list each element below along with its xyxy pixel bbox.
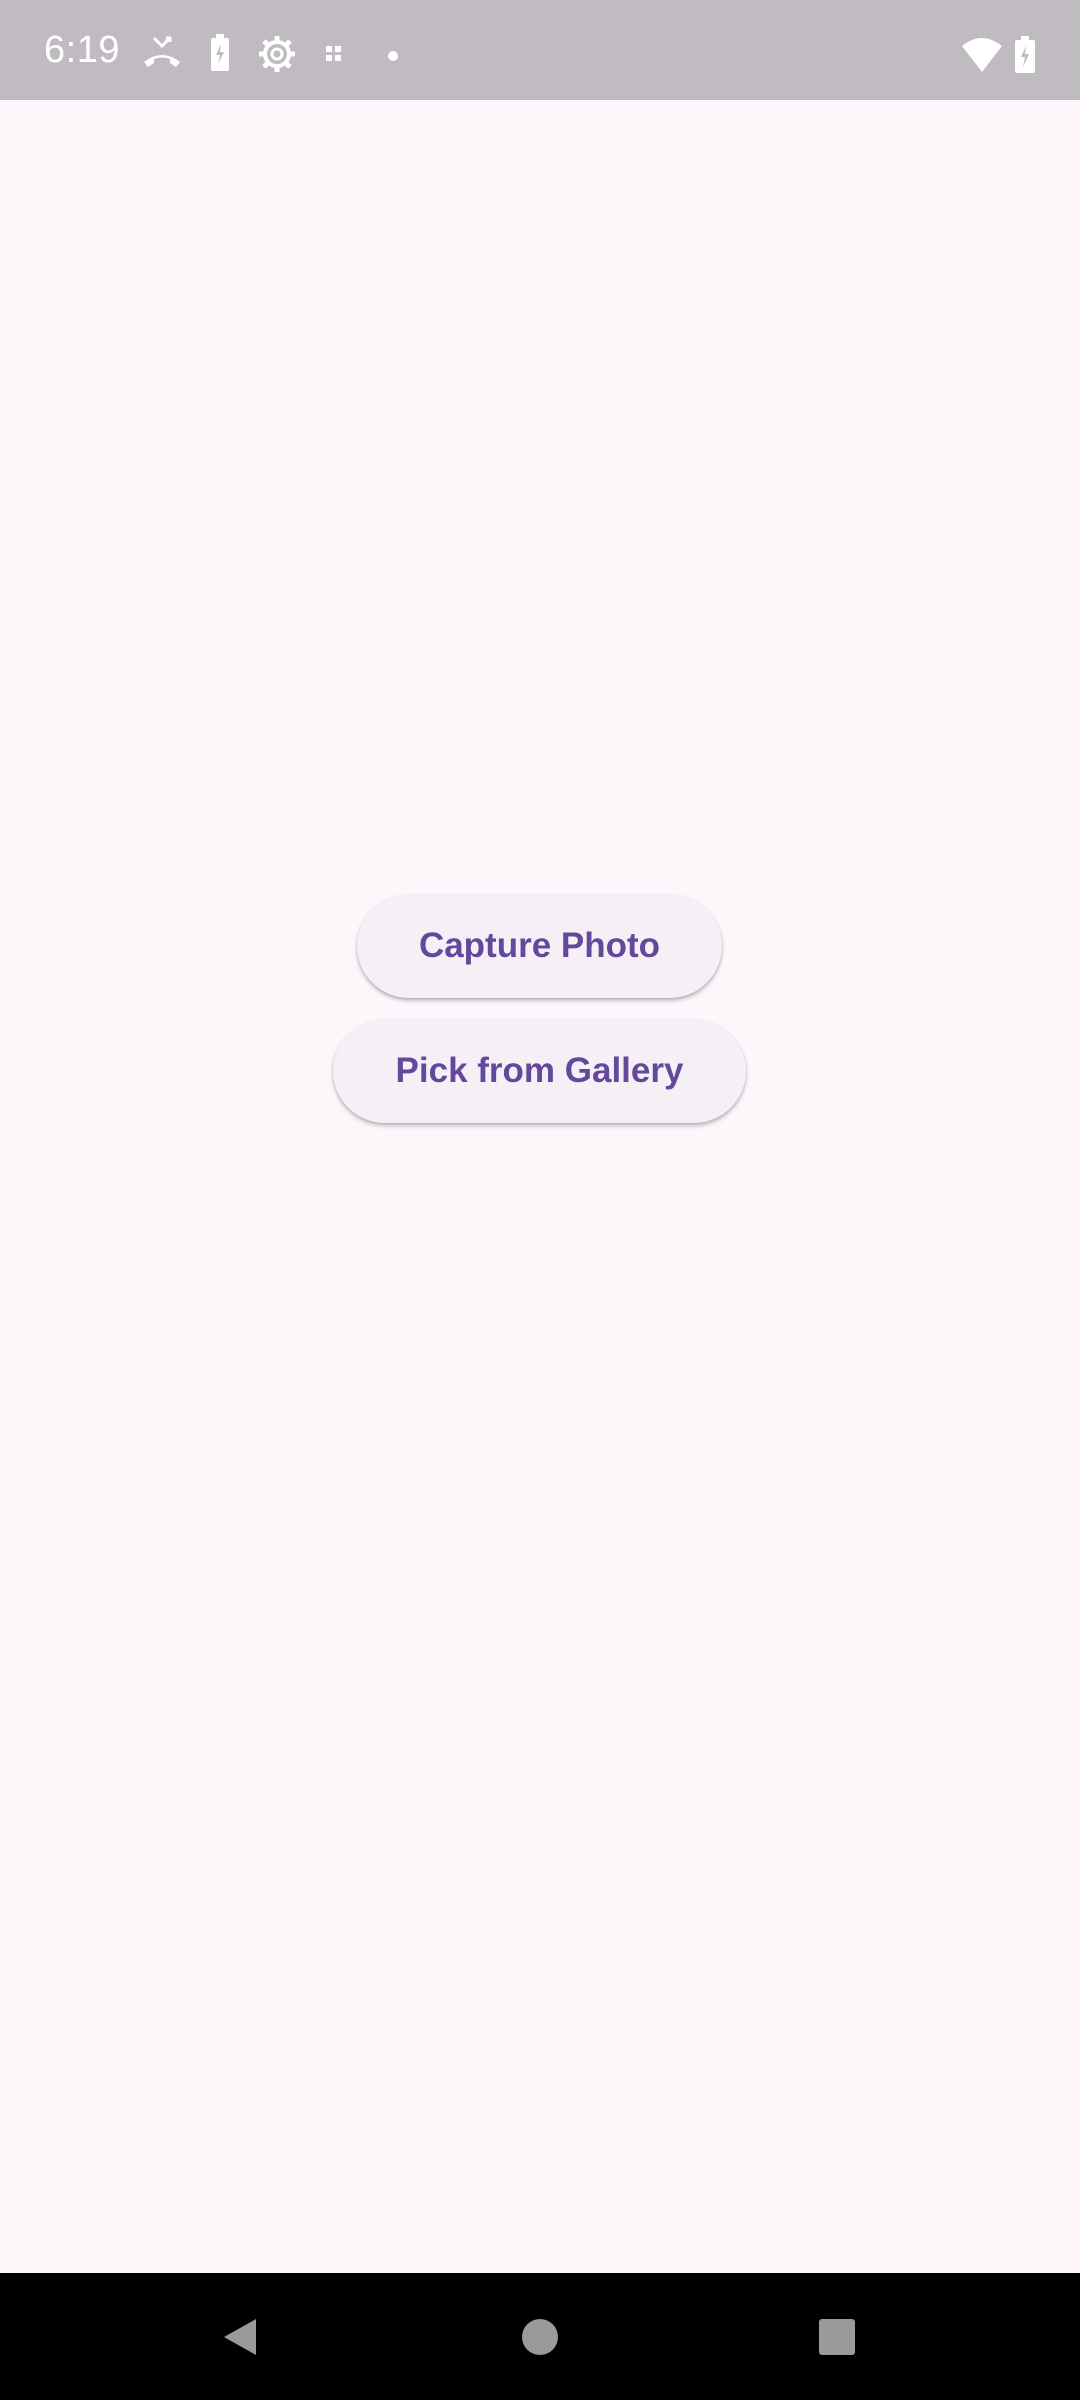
home-icon xyxy=(522,2318,558,2355)
notification-dot-icon xyxy=(388,51,398,87)
main-content xyxy=(0,100,1080,2273)
status-time: 6:19 xyxy=(44,29,120,71)
status-bar: 6:19 xyxy=(0,0,1080,100)
recents-icon xyxy=(819,2318,855,2355)
navigation-bar xyxy=(0,2273,1080,2400)
wifi-icon xyxy=(962,38,1002,74)
capture-photo-button[interactable]: Capture Photo xyxy=(357,894,722,998)
recents-button[interactable] xyxy=(777,2273,897,2400)
home-button[interactable] xyxy=(480,2273,600,2400)
missed-call-icon xyxy=(140,34,184,70)
battery-icon xyxy=(1014,36,1036,73)
pick-from-gallery-button[interactable]: Pick from Gallery xyxy=(333,1019,746,1123)
capture-photo-label: Capture Photo xyxy=(418,926,661,965)
settings-icon xyxy=(257,34,297,72)
back-button[interactable] xyxy=(180,2273,300,2400)
screenshot-icon xyxy=(326,46,342,82)
battery-saver-icon xyxy=(210,34,230,71)
pick-from-gallery-label: Pick from Gallery xyxy=(395,1051,684,1090)
back-icon xyxy=(224,2318,256,2355)
